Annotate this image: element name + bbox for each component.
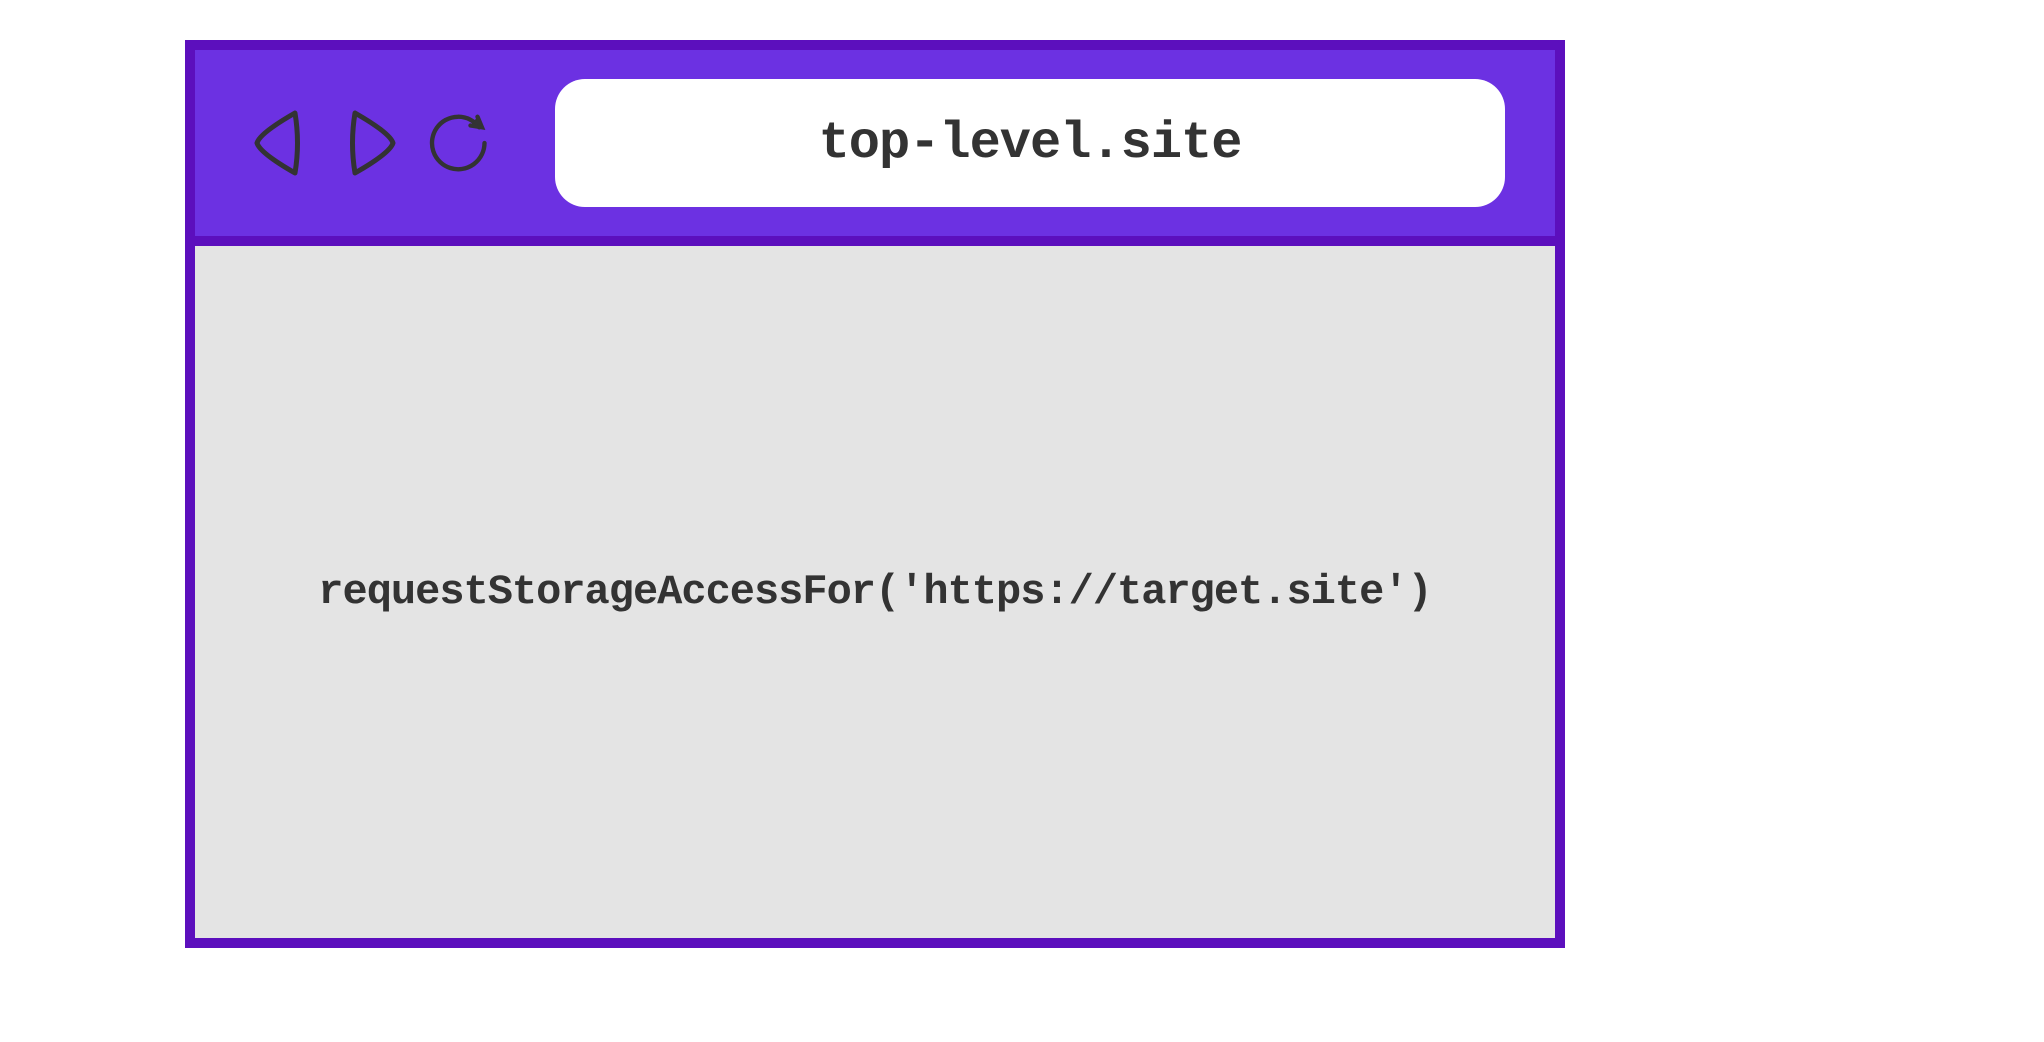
forward-icon[interactable] bbox=[335, 103, 405, 183]
back-icon[interactable] bbox=[245, 103, 315, 183]
refresh-icon[interactable] bbox=[425, 103, 495, 183]
browser-content-area: requestStorageAccessFor('https://target.… bbox=[195, 246, 1555, 938]
nav-icons-group bbox=[245, 103, 495, 183]
browser-window: top-level.site requestStorageAccessFor('… bbox=[185, 40, 1565, 948]
address-text: top-level.site bbox=[819, 114, 1242, 173]
address-bar[interactable]: top-level.site bbox=[555, 79, 1505, 207]
browser-toolbar: top-level.site bbox=[195, 50, 1555, 246]
code-snippet: requestStorageAccessFor('https://target.… bbox=[318, 568, 1431, 616]
